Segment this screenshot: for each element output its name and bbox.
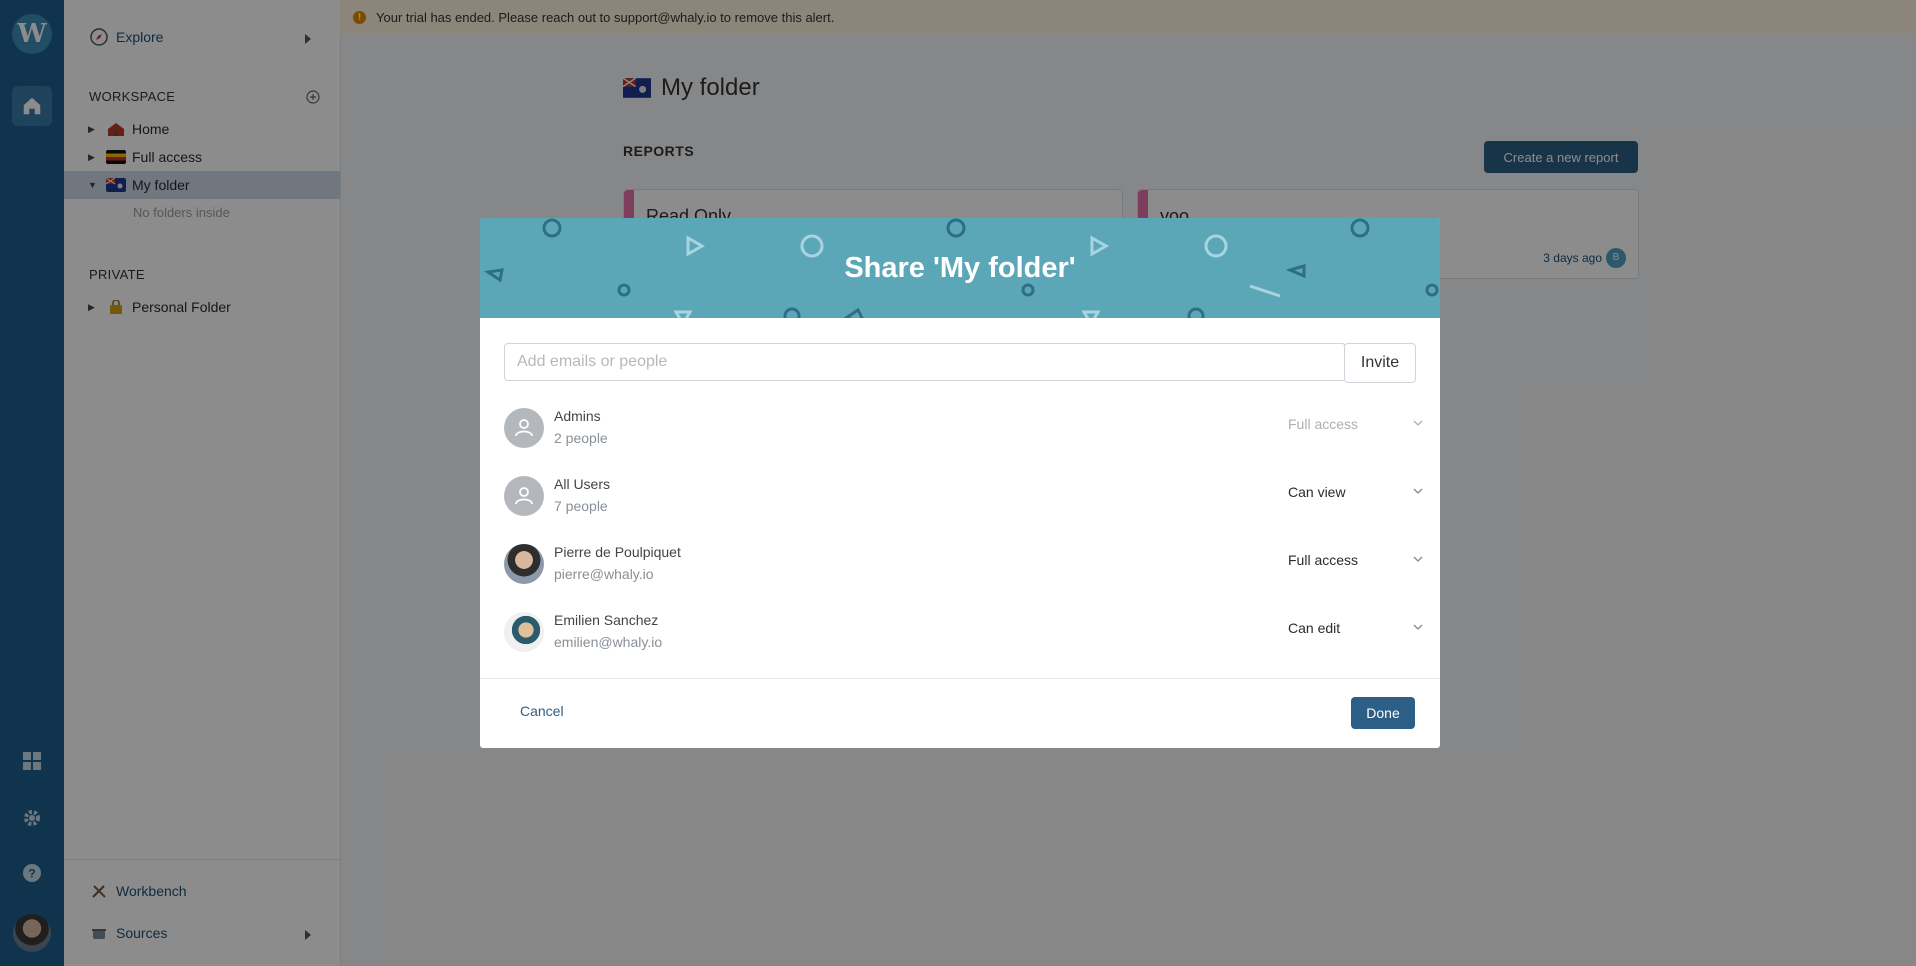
share-modal: Share 'My folder' Invite Admins 2 people…: [480, 218, 1440, 748]
user-avatar: [504, 544, 544, 584]
done-button[interactable]: Done: [1351, 697, 1415, 729]
chevron-down-icon[interactable]: [1413, 556, 1423, 563]
modal-footer: Cancel Done: [480, 678, 1440, 748]
member-sub: 2 people: [554, 430, 608, 446]
cancel-button[interactable]: Cancel: [520, 703, 564, 719]
user-avatar: [504, 612, 544, 652]
chevron-down-icon[interactable]: [1413, 624, 1423, 631]
member-row: Emilien Sanchez emilien@whaly.io Can edi…: [504, 604, 1423, 660]
users-icon: [515, 419, 533, 437]
group-avatar: [504, 408, 544, 448]
chevron-down-icon: [1413, 420, 1423, 426]
modal-title: Share 'My folder': [844, 251, 1076, 284]
member-name: Emilien Sanchez: [554, 612, 659, 628]
chevron-down-icon[interactable]: [1413, 488, 1423, 495]
member-row: Admins 2 people Full access: [504, 400, 1423, 456]
member-name: Pierre de Poulpiquet: [554, 544, 681, 560]
member-name: All Users: [554, 476, 611, 492]
member-sub: emilien@whaly.io: [554, 634, 663, 650]
group-avatar: [504, 476, 544, 516]
member-sub: 7 people: [554, 498, 608, 514]
member-row: Pierre de Poulpiquet pierre@whaly.io Ful…: [504, 536, 1423, 592]
permission-select[interactable]: Can view: [1288, 484, 1346, 500]
permission-select: Full access: [1288, 416, 1359, 432]
member-name: Admins: [554, 408, 601, 424]
users-icon: [515, 487, 533, 505]
invite-email-input[interactable]: [504, 343, 1346, 381]
permission-select[interactable]: Can edit: [1288, 620, 1340, 636]
invite-button[interactable]: Invite: [1344, 343, 1416, 383]
member-sub: pierre@whaly.io: [554, 566, 654, 582]
member-row: All Users 7 people Can view: [504, 468, 1423, 524]
modal-header: Share 'My folder': [480, 218, 1440, 318]
permission-select[interactable]: Full access: [1288, 552, 1358, 568]
